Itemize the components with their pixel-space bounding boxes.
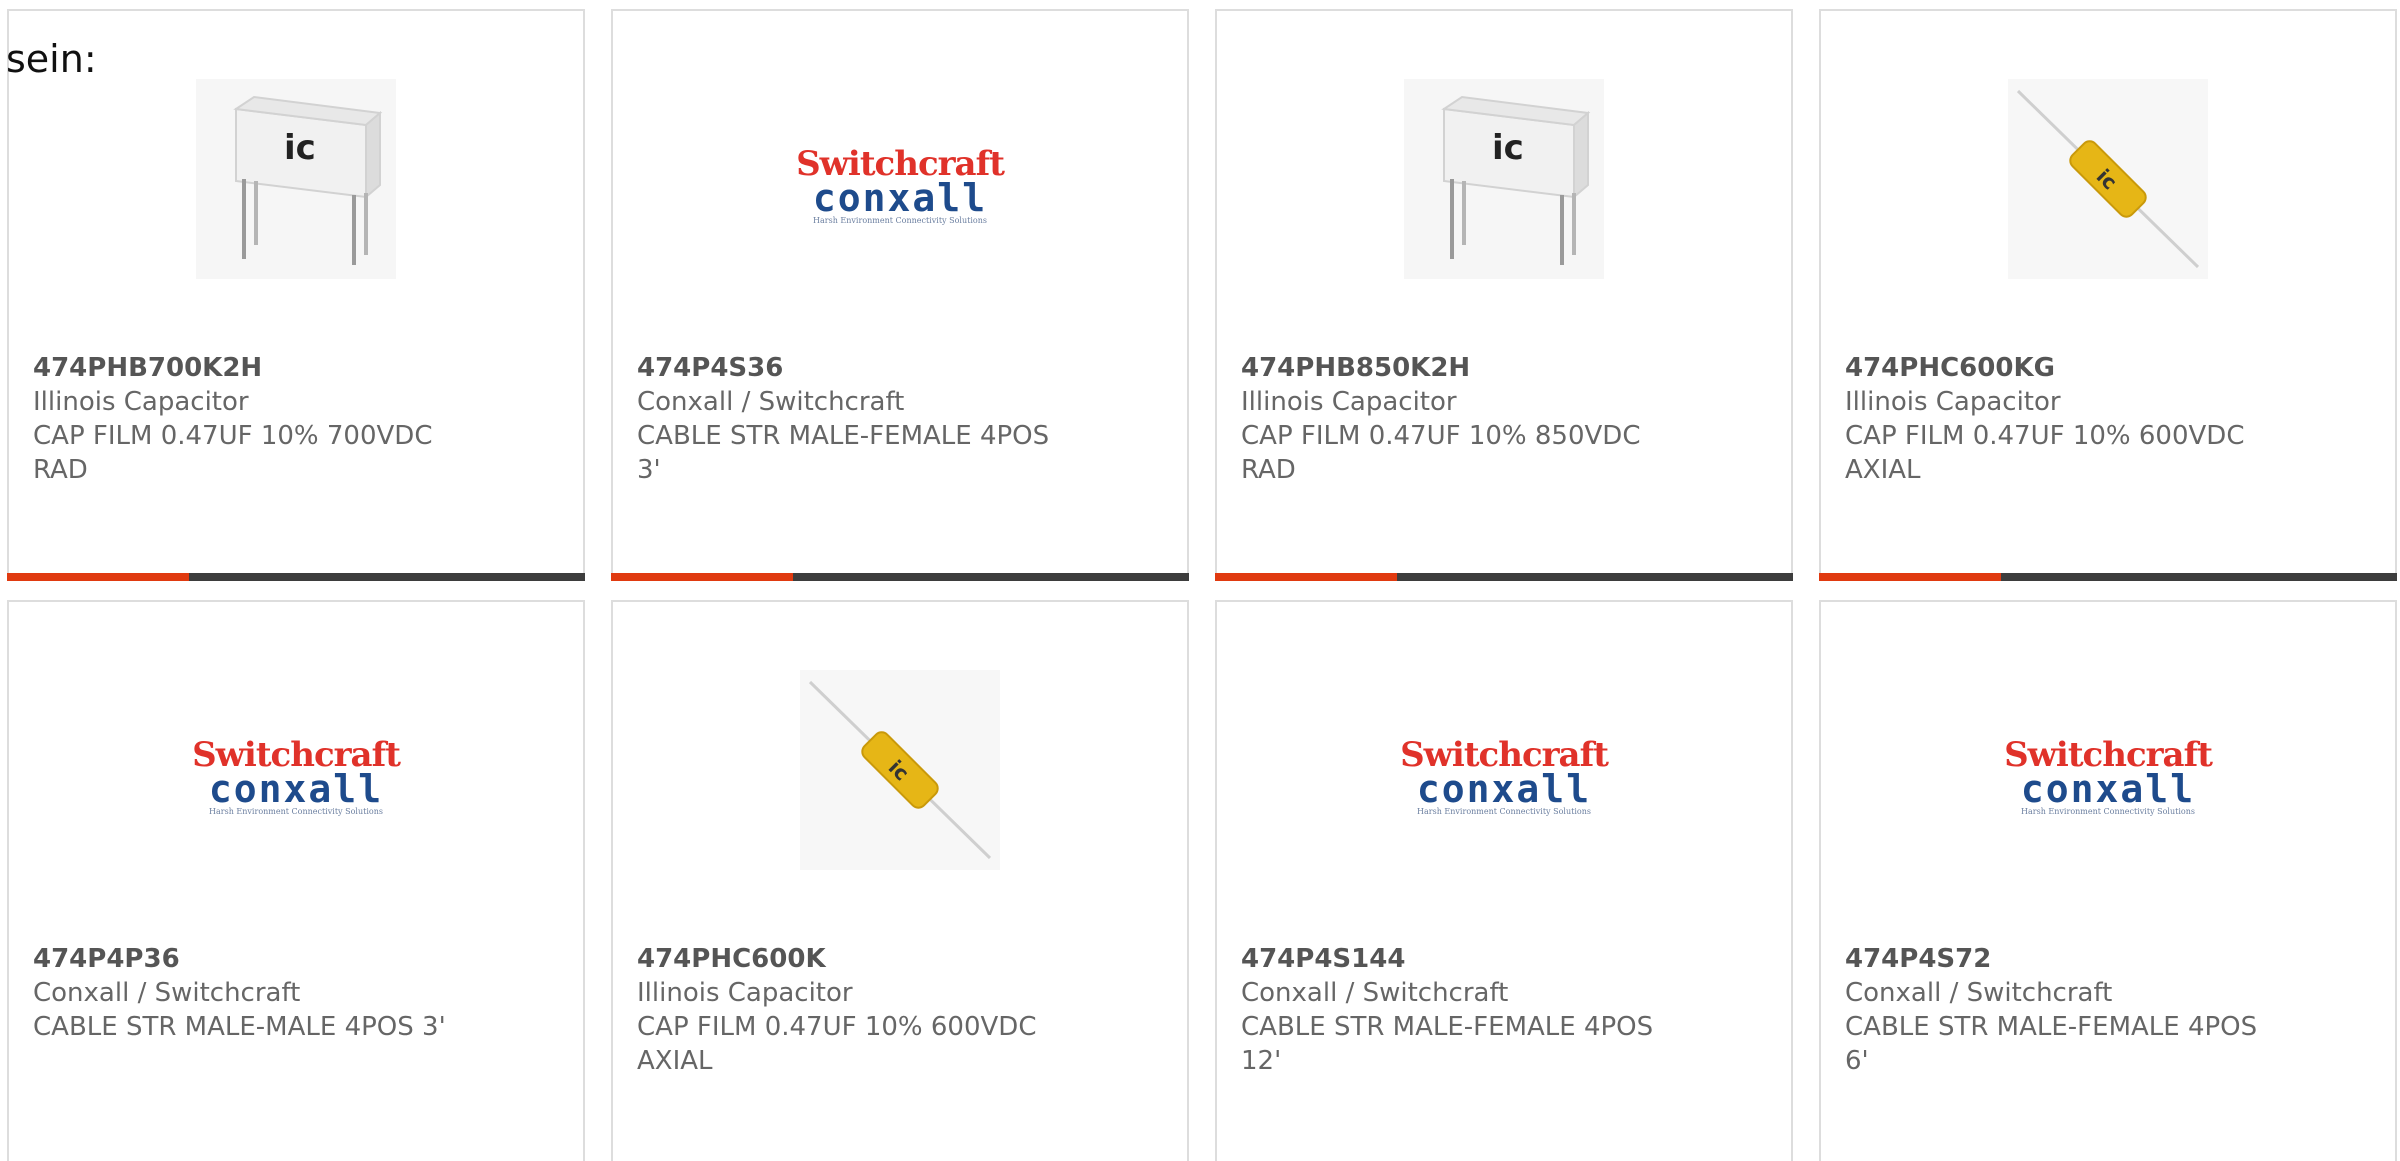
product-info: 474P4S72 Conxall / Switchcraft CABLE STR… (1845, 942, 2371, 1078)
description-cont: 6' (1845, 1046, 1869, 1076)
description-cont: 3' (637, 455, 661, 485)
product-info: 474PHB700K2H Illinois Capacitor CAP FILM… (33, 351, 559, 487)
description-cont: RAD (1241, 455, 1296, 485)
accent-bar (7, 573, 189, 581)
description-cont: 12' (1241, 1046, 1282, 1076)
logo-tagline: Harsh Environment Connectivity Solutions (813, 216, 987, 225)
accent-bar (1819, 573, 2001, 581)
axial-film-capacitor-image: ic (800, 670, 1000, 870)
manufacturer: Illinois Capacitor (33, 387, 249, 417)
logo-conxall: conxall (812, 176, 988, 220)
manufacturer: Illinois Capacitor (1845, 387, 2061, 417)
product-info: 474P4P36 Conxall / Switchcraft CABLE STR… (33, 942, 559, 1044)
product-card[interactable]: ic 474PHC600KG Illinois Capacitor CAP FI… (1819, 9, 2397, 581)
switchcraft-conxall-logo: Switchcraft conxall Harsh Environment Co… (1394, 738, 1614, 818)
radial-film-capacitor-image: ic (196, 79, 396, 279)
product-info: 474PHB850K2H Illinois Capacitor CAP FILM… (1241, 351, 1767, 487)
part-number[interactable]: 474P4S72 (1845, 942, 2371, 976)
axial-film-capacitor-image: ic (2008, 79, 2208, 279)
switchcraft-conxall-logo: Switchcraft conxall Harsh Environment Co… (186, 738, 406, 818)
logo-conxall: conxall (2020, 767, 2196, 811)
product-card[interactable]: Switchcraft conxall Harsh Environment Co… (7, 600, 585, 1161)
product-card[interactable]: ic 474PHC600K Illinois Capacitor CAP FIL… (611, 600, 1189, 1161)
manufacturer: Conxall / Switchcraft (637, 387, 905, 417)
part-number[interactable]: 474P4P36 (33, 942, 559, 976)
part-number[interactable]: 474P4S144 (1241, 942, 1767, 976)
description: CABLE STR MALE-FEMALE 4POS (637, 421, 1050, 451)
description: CAP FILM 0.47UF 10% 600VDC (1845, 421, 2245, 451)
logo-tagline: Harsh Environment Connectivity Solutions (209, 807, 383, 816)
switchcraft-conxall-logo: Switchcraft conxall Harsh Environment Co… (790, 147, 1010, 227)
manufacturer: Illinois Capacitor (637, 978, 853, 1008)
manufacturer: Conxall / Switchcraft (1241, 978, 1509, 1008)
product-card[interactable]: Switchcraft conxall Harsh Environment Co… (1215, 600, 1793, 1161)
description: CABLE STR MALE-FEMALE 4POS (1241, 1012, 1654, 1042)
part-number[interactable]: 474PHC600K (637, 942, 1163, 976)
manufacturer: Conxall / Switchcraft (1845, 978, 2113, 1008)
card-hover-bar (611, 573, 1189, 581)
product-card[interactable]: Switchcraft conxall Harsh Environment Co… (1819, 600, 2397, 1161)
product-grid: ic 474PHB700K2H Illinois Capacitor CAP F… (0, 0, 2400, 1161)
radial-film-capacitor-image: ic (1404, 79, 1604, 279)
svg-text:ic: ic (1492, 128, 1524, 168)
card-hover-bar (1215, 573, 1793, 581)
description-cont: RAD (33, 455, 88, 485)
product-card[interactable]: Switchcraft conxall Harsh Environment Co… (611, 9, 1189, 581)
part-number[interactable]: 474PHB700K2H (33, 351, 559, 385)
page: sein: ic 474PHB700K2H Illinois Capacitor… (0, 0, 2400, 1161)
description: CABLE STR MALE-MALE 4POS 3' (33, 1012, 446, 1042)
logo-tagline: Harsh Environment Connectivity Solutions (2021, 807, 2195, 816)
card-hover-bar (1819, 573, 2397, 581)
description: CABLE STR MALE-FEMALE 4POS (1845, 1012, 2258, 1042)
product-info: 474PHC600K Illinois Capacitor CAP FILM 0… (637, 942, 1163, 1078)
manufacturer: Conxall / Switchcraft (33, 978, 301, 1008)
leading-text: sein: (6, 37, 97, 81)
card-hover-bar (7, 573, 585, 581)
description-cont: AXIAL (637, 1046, 713, 1076)
accent-bar (611, 573, 793, 581)
switchcraft-conxall-logo: Switchcraft conxall Harsh Environment Co… (1998, 738, 2218, 818)
logo-tagline: Harsh Environment Connectivity Solutions (1417, 807, 1591, 816)
part-number[interactable]: 474P4S36 (637, 351, 1163, 385)
part-number[interactable]: 474PHB850K2H (1241, 351, 1767, 385)
description-cont: AXIAL (1845, 455, 1921, 485)
description: CAP FILM 0.47UF 10% 700VDC (33, 421, 433, 451)
description: CAP FILM 0.47UF 10% 600VDC (637, 1012, 1037, 1042)
accent-bar (1215, 573, 1397, 581)
part-number[interactable]: 474PHC600KG (1845, 351, 2371, 385)
logo-conxall: conxall (208, 767, 384, 811)
svg-text:ic: ic (284, 128, 316, 168)
manufacturer: Illinois Capacitor (1241, 387, 1457, 417)
logo-conxall: conxall (1416, 767, 1592, 811)
product-info: 474PHC600KG Illinois Capacitor CAP FILM … (1845, 351, 2371, 487)
product-info: 474P4S36 Conxall / Switchcraft CABLE STR… (637, 351, 1163, 487)
product-card[interactable]: ic 474PHB850K2H Illinois Capacitor CAP F… (1215, 9, 1793, 581)
description: CAP FILM 0.47UF 10% 850VDC (1241, 421, 1641, 451)
product-info: 474P4S144 Conxall / Switchcraft CABLE ST… (1241, 942, 1767, 1078)
product-card[interactable]: ic 474PHB700K2H Illinois Capacitor CAP F… (7, 9, 585, 581)
